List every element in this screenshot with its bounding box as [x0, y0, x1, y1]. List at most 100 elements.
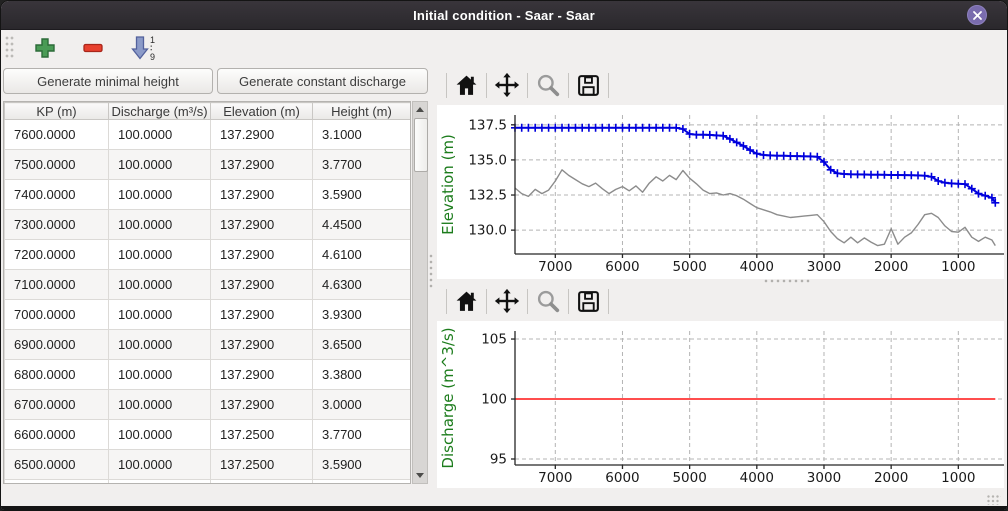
- table-cell[interactable]: [5, 480, 109, 485]
- table-cell[interactable]: 137.2900: [211, 270, 313, 300]
- table-cell[interactable]: 137.2900: [211, 330, 313, 360]
- table-row: 6600.0000100.0000137.25003.7700: [5, 420, 411, 450]
- table-cell[interactable]: 3.3800: [313, 360, 411, 390]
- table-cell[interactable]: 3.1000: [313, 120, 411, 150]
- table-cell[interactable]: 3.0000: [313, 390, 411, 420]
- home-button[interactable]: [454, 73, 479, 98]
- table-cell[interactable]: 137.2500: [211, 450, 313, 480]
- table-cell[interactable]: 3.7700: [313, 150, 411, 180]
- close-button[interactable]: [967, 5, 987, 25]
- save-button[interactable]: [576, 73, 601, 98]
- scroll-down-button[interactable]: [413, 468, 427, 483]
- table-cell[interactable]: 100.0000: [109, 450, 211, 480]
- table-row: 7200.0000100.0000137.29004.6100: [5, 240, 411, 270]
- table-cell[interactable]: 4.6300: [313, 270, 411, 300]
- table-cell[interactable]: 7400.0000: [5, 180, 109, 210]
- table-cell[interactable]: 100.0000: [109, 120, 211, 150]
- table-cell[interactable]: 100.0000: [109, 420, 211, 450]
- table-cell[interactable]: 137.2900: [211, 240, 313, 270]
- svg-text:100: 100: [481, 392, 507, 408]
- table-cell[interactable]: 100.0000: [109, 180, 211, 210]
- zoom-button[interactable]: [535, 72, 561, 98]
- svg-text:95: 95: [490, 452, 507, 468]
- table-cell[interactable]: 3.6500: [313, 330, 411, 360]
- add-row-button[interactable]: [33, 36, 57, 60]
- table-row: 7600.0000100.0000137.29003.1000: [5, 120, 411, 150]
- table-cell[interactable]: 7200.0000: [5, 240, 109, 270]
- column-header[interactable]: Height (m): [313, 103, 411, 120]
- table-cell[interactable]: 7300.0000: [5, 210, 109, 240]
- table-cell[interactable]: 137.2900: [211, 150, 313, 180]
- table-cell[interactable]: 100.0000: [109, 360, 211, 390]
- table-cell[interactable]: 100.0000: [109, 150, 211, 180]
- save-button[interactable]: [576, 289, 601, 314]
- scrollbar-thumb[interactable]: [414, 118, 428, 172]
- elevation-plot[interactable]: 137.5135.0132.5130.070006000500040003000…: [437, 105, 1004, 279]
- table-cell[interactable]: 137.2900: [211, 300, 313, 330]
- discharge-plot-canvas[interactable]: 105100957000600050004000300020001000Disc…: [437, 321, 1004, 488]
- svg-text:3000: 3000: [807, 259, 841, 275]
- pane-splitter-handle[interactable]: [429, 254, 435, 290]
- remove-row-button[interactable]: [81, 36, 105, 60]
- initial-condition-table: KP (m)Discharge (m³/s)Elevation (m)Heigh…: [3, 101, 411, 484]
- pan-icon: [494, 288, 520, 314]
- table-cell[interactable]: 137.2900: [211, 390, 313, 420]
- table-cell[interactable]: 7600.0000: [5, 120, 109, 150]
- table-cell[interactable]: 3.5900: [313, 450, 411, 480]
- table-cell[interactable]: 100.0000: [109, 300, 211, 330]
- table-cell[interactable]: 137.2900: [211, 210, 313, 240]
- table-scrollbar[interactable]: [412, 101, 428, 484]
- table-cell[interactable]: 100.0000: [109, 270, 211, 300]
- table-cell[interactable]: 137.2900: [211, 360, 313, 390]
- table-cell[interactable]: 100.0000: [109, 390, 211, 420]
- generate-constant-discharge-button[interactable]: Generate constant discharge: [217, 68, 428, 94]
- table-cell[interactable]: 6700.0000: [5, 390, 109, 420]
- plot-splitter-handle[interactable]: [764, 279, 810, 285]
- resize-grip[interactable]: [987, 495, 1001, 505]
- table-cell[interactable]: 100.0000: [109, 240, 211, 270]
- pan-button[interactable]: [494, 288, 520, 314]
- elevation-plot-canvas[interactable]: 137.5135.0132.5130.070006000500040003000…: [437, 105, 1004, 279]
- svg-text:4000: 4000: [740, 470, 774, 486]
- table-cell[interactable]: 100.0000: [109, 330, 211, 360]
- titlebar[interactable]: Initial condition - Saar - Saar: [1, 1, 1007, 30]
- toolbar-drag-handle[interactable]: [5, 36, 15, 60]
- table-cell[interactable]: 137.2900: [211, 180, 313, 210]
- table-cell[interactable]: 137.2500: [211, 420, 313, 450]
- scroll-up-button[interactable]: [413, 102, 427, 117]
- generate-minimal-height-button[interactable]: Generate minimal height: [3, 68, 213, 94]
- table-cell[interactable]: 3.9300: [313, 300, 411, 330]
- table-cell[interactable]: 7100.0000: [5, 270, 109, 300]
- svg-text:135.0: 135.0: [468, 152, 507, 168]
- home-button[interactable]: [454, 289, 479, 314]
- table-cell[interactable]: [211, 480, 313, 485]
- table-cell[interactable]: 6800.0000: [5, 360, 109, 390]
- table-cell[interactable]: 4.4500: [313, 210, 411, 240]
- svg-text:5000: 5000: [672, 470, 706, 486]
- table-cell[interactable]: 137.2900: [211, 120, 313, 150]
- table-cell[interactable]: 3.7700: [313, 420, 411, 450]
- table-cell[interactable]: 7000.0000: [5, 300, 109, 330]
- sort-1-9-icon: 1 9: [129, 34, 157, 62]
- table-cell[interactable]: 6600.0000: [5, 420, 109, 450]
- table-cell[interactable]: 100.0000: [109, 210, 211, 240]
- table-row: 6700.0000100.0000137.29003.0000: [5, 390, 411, 420]
- magnifier-icon: [535, 72, 561, 98]
- table-cell[interactable]: 6900.0000: [5, 330, 109, 360]
- table-cell[interactable]: 4.6100: [313, 240, 411, 270]
- sort-rows-button[interactable]: 1 9: [129, 34, 157, 62]
- column-header[interactable]: KP (m): [5, 103, 109, 120]
- table-cell[interactable]: [313, 480, 411, 485]
- table-cell[interactable]: 7500.0000: [5, 150, 109, 180]
- zoom-button[interactable]: [535, 288, 561, 314]
- column-header[interactable]: Discharge (m³/s): [109, 103, 211, 120]
- save-icon: [576, 73, 601, 98]
- table-cell[interactable]: 6500.0000: [5, 450, 109, 480]
- discharge-plot[interactable]: 105100957000600050004000300020001000Disc…: [437, 321, 1004, 488]
- column-header[interactable]: Elevation (m): [211, 103, 313, 120]
- table-cell[interactable]: [109, 480, 211, 485]
- svg-text:3000: 3000: [807, 470, 841, 486]
- window-bottom-edge: [1, 506, 1007, 511]
- pan-button[interactable]: [494, 72, 520, 98]
- table-cell[interactable]: 3.5900: [313, 180, 411, 210]
